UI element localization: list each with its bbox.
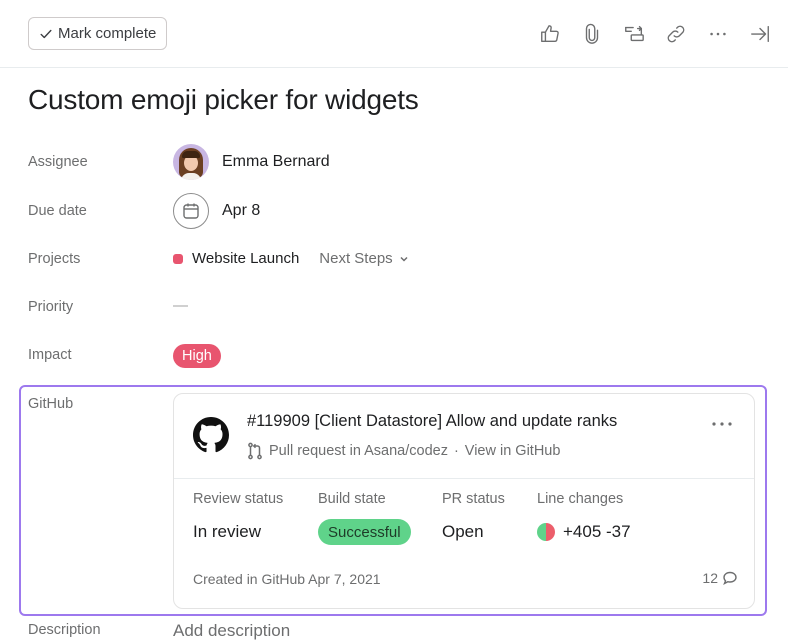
attach-button[interactable] — [578, 20, 606, 48]
priority-field[interactable]: — — [173, 297, 188, 314]
pr-status-value: Open — [442, 522, 484, 541]
pull-request-icon — [248, 442, 262, 460]
pr-status-column: PR status Open — [442, 491, 505, 545]
thumbs-up-icon — [541, 25, 559, 43]
project-link[interactable]: Website Launch — [192, 250, 299, 267]
line-changes-value-wrap: +405 -37 — [537, 519, 631, 545]
separator-dot: · — [453, 443, 459, 459]
add-subtask-button[interactable] — [620, 20, 648, 48]
due-date-circle — [173, 193, 209, 229]
projects-field: Website Launch Next Steps — [173, 250, 409, 267]
review-status-label: Review status — [193, 491, 284, 507]
calendar-icon — [183, 203, 199, 219]
projects-label: Projects — [28, 251, 81, 267]
pr-title-link[interactable]: #119909 [Client Datastore] Allow and upd… — [247, 412, 617, 431]
comment-count: 12 — [702, 570, 718, 586]
card-divider — [174, 478, 754, 479]
github-label: GitHub — [28, 396, 74, 412]
github-logo-icon — [193, 417, 229, 453]
pr-subtitle: Pull request in Asana/codez · View in Gi… — [247, 442, 560, 460]
pr-status-label: PR status — [442, 491, 505, 507]
copy-link-button[interactable] — [662, 20, 690, 48]
line-changes-label: Line changes — [537, 491, 624, 507]
check-icon — [40, 29, 52, 38]
section-name: Next Steps — [319, 250, 393, 267]
more-icon — [710, 32, 726, 36]
impact-field: High — [173, 344, 221, 368]
due-date-label: Due date — [28, 203, 87, 219]
link-icon — [667, 25, 685, 43]
subtask-icon — [625, 25, 644, 42]
review-status-value: In review — [193, 522, 262, 541]
build-state-value-wrap: Successful — [318, 519, 411, 545]
due-date-field[interactable]: Apr 8 — [173, 193, 260, 229]
due-date-value: Apr 8 — [222, 202, 261, 219]
view-in-github-link[interactable]: View in GitHub — [465, 443, 561, 459]
like-button[interactable] — [536, 20, 564, 48]
comment-icon — [723, 571, 737, 586]
priority-value: — — [173, 297, 188, 314]
line-changes-value: +405 -37 — [563, 522, 631, 541]
priority-label: Priority — [28, 299, 74, 315]
description-input[interactable]: Add description — [173, 621, 290, 641]
pr-repo-text: Pull request in Asana/codez — [269, 443, 448, 459]
build-state-label: Build state — [318, 491, 386, 507]
chevron-down-icon — [400, 256, 408, 262]
avatar — [173, 144, 209, 180]
task-toolbar: Mark complete — [0, 0, 788, 68]
created-in-github-text: Created in GitHub Apr 7, 2021 — [193, 571, 381, 587]
more-actions-button[interactable] — [704, 20, 732, 48]
build-state-column: Build state Successful — [318, 491, 411, 545]
toolbar-icons — [522, 20, 774, 48]
assignee-label: Assignee — [28, 154, 88, 170]
github-pr-card: #119909 [Client Datastore] Allow and upd… — [173, 393, 755, 609]
impact-label: Impact — [28, 347, 72, 363]
assignee-field[interactable]: Emma Bernard — [173, 144, 330, 180]
comments-button[interactable]: 12 — [702, 570, 738, 586]
close-pane-icon — [751, 25, 769, 43]
assignee-name: Emma Bernard — [222, 153, 330, 170]
build-state-pill: Successful — [318, 519, 411, 545]
more-icon — [712, 422, 732, 426]
line-changes-ratio-icon — [537, 523, 555, 541]
card-more-button[interactable] — [708, 414, 736, 434]
mark-complete-label: Mark complete — [58, 25, 157, 42]
section-dropdown[interactable]: Next Steps — [319, 250, 408, 267]
impact-pill[interactable]: High — [173, 344, 221, 368]
description-label: Description — [28, 622, 101, 638]
task-title[interactable]: Custom emoji picker for widgets — [28, 84, 419, 116]
review-status-column: Review status In review — [193, 491, 283, 545]
mark-complete-button[interactable]: Mark complete — [28, 17, 168, 50]
project-color-dot — [173, 253, 183, 264]
line-changes-column: Line changes +405 -37 — [537, 491, 631, 545]
close-details-button[interactable] — [746, 20, 774, 48]
paperclip-icon — [585, 23, 599, 44]
